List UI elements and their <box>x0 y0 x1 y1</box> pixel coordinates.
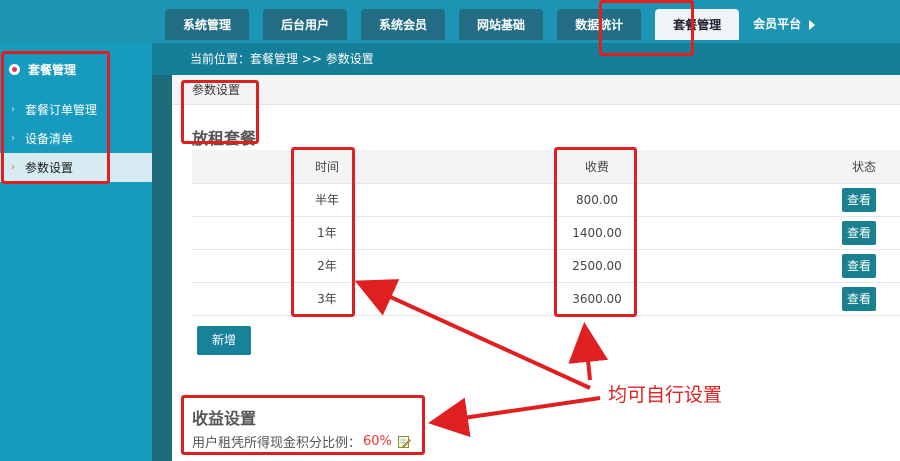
breadcrumb: 当前位置：套餐管理 >> 参数设置 <box>152 43 900 75</box>
sidebar-item-device-list[interactable]: › 设备清单 <box>0 124 152 153</box>
top-tabs: 系统管理 后台用户 系统会员 网站基础 数据统计 套餐管理 会员平台 <box>165 9 816 40</box>
sidebar-item-label: 设备清单 <box>25 132 74 146</box>
triangle-right-icon <box>809 19 816 30</box>
cell-status: 查看 <box>732 249 900 282</box>
income-ratio-label: 用户租凭所得现金积分比例： <box>192 436 362 451</box>
table-row: 2年 2500.00 查看 <box>192 249 900 282</box>
tab-site-basics[interactable]: 网站基础 <box>459 9 544 40</box>
tab-package-management[interactable]: 套餐管理 <box>655 9 740 40</box>
cell-time: 半年 <box>314 193 339 207</box>
sidebar-header[interactable]: 套餐管理 <box>0 43 152 95</box>
sidebar-item-package-orders[interactable]: › 套餐订单管理 <box>0 95 152 124</box>
view-button[interactable]: 查看 <box>842 253 876 278</box>
table-row: 半年 800.00 查看 <box>192 183 900 216</box>
table-row: 3年 3600.00 查看 <box>192 282 900 315</box>
table-row: 1年 1400.00 查看 <box>192 216 900 249</box>
tab-member-platform[interactable]: 会员平台 <box>753 9 816 40</box>
view-button[interactable]: 查看 <box>842 220 876 245</box>
tab-system-members[interactable]: 系统会员 <box>361 9 446 40</box>
left-sidebar: 套餐管理 › 套餐订单管理 › 设备清单 › 参数设置 <box>0 43 152 461</box>
section-title-rental-package: 放租套餐 <box>192 129 257 148</box>
income-ratio-value: 60% <box>363 434 392 449</box>
add-button[interactable]: 新增 <box>197 326 251 355</box>
column-header-status: 状态 <box>851 159 876 174</box>
cell-status: 查看 <box>732 282 900 315</box>
tab-data-statistics[interactable]: 数据统计 <box>557 9 642 40</box>
cell-time: 2年 <box>317 259 337 273</box>
view-button[interactable]: 查看 <box>842 286 876 311</box>
sidebar-title: 套餐管理 <box>28 62 77 77</box>
cell-status: 查看 <box>732 216 900 249</box>
radio-dot-icon <box>9 63 20 75</box>
main-content: 参数设置 放租套餐 时间 收费 状态 半年 800.00 查看 1年 1400.… <box>172 75 900 461</box>
sidebar-item-label: 参数设置 <box>25 161 74 175</box>
cell-fee: 1400.00 <box>572 225 622 240</box>
chevron-right-icon: › <box>11 162 15 173</box>
income-ratio-line: 用户租凭所得现金积分比例： 60% <box>192 432 411 451</box>
top-navigation-bar: 系统管理 后台用户 系统会员 网站基础 数据统计 套餐管理 会员平台 <box>0 0 900 43</box>
section-title-income-settings: 收益设置 <box>192 409 257 428</box>
column-header-fee: 收费 <box>584 159 609 174</box>
package-table: 时间 收费 状态 半年 800.00 查看 1年 1400.00 查看 2年 2… <box>192 150 900 316</box>
chevron-right-icon: › <box>11 133 15 144</box>
cell-fee: 800.00 <box>576 192 618 207</box>
cell-time: 3年 <box>317 292 337 306</box>
sidebar-item-label: 套餐订单管理 <box>25 103 98 117</box>
cell-status: 查看 <box>732 183 900 216</box>
cell-time: 1年 <box>317 226 337 240</box>
view-button[interactable]: 查看 <box>842 187 876 212</box>
cell-fee: 2500.00 <box>572 258 622 273</box>
member-platform-label: 会员平台 <box>753 17 802 31</box>
subheader-title: 参数设置 <box>192 83 241 97</box>
cell-fee: 3600.00 <box>572 291 622 306</box>
column-header-time: 时间 <box>314 159 339 174</box>
sidebar-item-parameter-settings[interactable]: › 参数设置 <box>0 153 152 182</box>
annotation-label: 均可自行设置 <box>608 384 723 406</box>
table-header-row: 时间 收费 状态 <box>192 150 900 183</box>
panel-subheader: 参数设置 <box>172 75 900 105</box>
edit-pencil-icon[interactable] <box>397 435 411 448</box>
tab-system-management[interactable]: 系统管理 <box>165 9 250 40</box>
tab-backend-users[interactable]: 后台用户 <box>263 9 348 40</box>
chevron-right-icon: › <box>11 104 15 115</box>
